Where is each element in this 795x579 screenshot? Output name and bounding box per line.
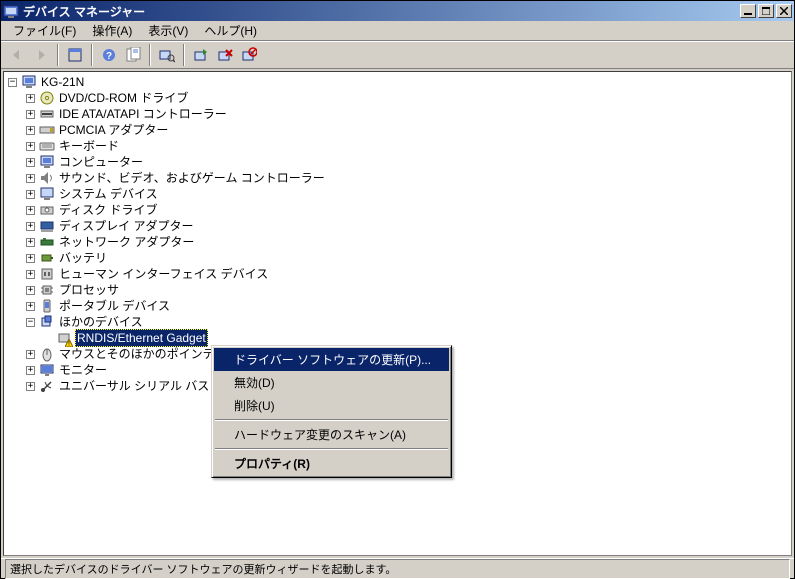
other-devices-icon [39, 314, 55, 330]
tree-node[interactable]: ディスプレイ アダプター [57, 218, 196, 234]
toolbar: ? [1, 41, 794, 69]
maximize-button[interactable] [758, 4, 774, 18]
menu-help[interactable]: ヘルプ(H) [196, 20, 265, 41]
computer-icon [21, 74, 37, 90]
uninstall-button[interactable] [214, 44, 236, 66]
tree-node-other[interactable]: ほかのデバイス [57, 314, 145, 330]
svg-text:?: ? [106, 51, 112, 62]
scan-hardware-button[interactable] [156, 44, 178, 66]
cm-properties[interactable]: プロパティ(R) [214, 452, 449, 475]
expand-icon[interactable]: + [26, 126, 35, 135]
app-icon [3, 3, 19, 19]
close-button[interactable] [776, 4, 792, 18]
show-hide-console-button[interactable] [64, 44, 86, 66]
tree-node[interactable]: ネットワーク アダプター [57, 234, 196, 250]
expand-icon[interactable]: + [26, 94, 35, 103]
tree-node[interactable]: バッテリ [57, 250, 109, 266]
expand-icon[interactable]: + [26, 190, 35, 199]
menu-action[interactable]: 操作(A) [84, 20, 140, 41]
root-node[interactable]: KG-21N [39, 74, 86, 90]
tree-node[interactable]: ヒューマン インターフェイス デバイス [57, 266, 270, 282]
tree-node[interactable]: コンピューター [57, 154, 145, 170]
toolbar-separator [183, 44, 185, 66]
tree-node[interactable]: IDE ATA/ATAPI コントローラー [57, 106, 229, 122]
minimize-button[interactable] [740, 4, 756, 18]
expand-icon[interactable]: + [26, 350, 35, 359]
cpu-icon [39, 282, 55, 298]
menu-file[interactable]: ファイル(F) [5, 20, 84, 41]
expand-icon[interactable]: + [26, 286, 35, 295]
cm-disable[interactable]: 無効(D) [214, 371, 449, 394]
tree-node[interactable]: サウンド、ビデオ、およびゲーム コントローラー [57, 170, 327, 186]
status-text: 選択したデバイスのドライバー ソフトウェアの更新ウィザードを起動します。 [5, 559, 790, 579]
toolbar-separator [91, 44, 93, 66]
window-title: デバイス マネージャー [23, 3, 738, 20]
ide-icon [39, 106, 55, 122]
cm-scan-hardware[interactable]: ハードウェア変更のスキャン(A) [214, 423, 449, 446]
computer-cat-icon [39, 154, 55, 170]
expand-icon[interactable]: + [26, 254, 35, 263]
tree-node-rndis[interactable]: RNDIS/Ethernet Gadget [75, 329, 208, 347]
expand-icon[interactable]: + [26, 174, 35, 183]
update-driver-button[interactable] [190, 44, 212, 66]
tree-node[interactable]: DVD/CD-ROM ドライブ [57, 90, 190, 106]
expand-icon[interactable]: + [26, 238, 35, 247]
tree-node[interactable]: キーボード [57, 138, 121, 154]
collapse-icon[interactable]: − [8, 78, 17, 87]
expand-icon[interactable]: + [26, 270, 35, 279]
expand-icon[interactable]: + [26, 382, 35, 391]
cm-update-driver[interactable]: ドライバー ソフトウェアの更新(P)... [214, 348, 449, 371]
forward-button[interactable] [30, 44, 52, 66]
device-manager-window: デバイス マネージャー ファイル(F) 操作(A) 表示(V) ヘルプ(H) ? [0, 0, 795, 579]
display-icon [39, 218, 55, 234]
title-bar: デバイス マネージャー [1, 1, 794, 21]
sound-icon [39, 170, 55, 186]
help-button[interactable]: ? [98, 44, 120, 66]
dvd-icon [39, 90, 55, 106]
mouse-icon [39, 346, 55, 362]
cm-uninstall[interactable]: 削除(U) [214, 394, 449, 417]
tree-node[interactable]: モニター [57, 362, 109, 378]
back-button[interactable] [6, 44, 28, 66]
disk-icon [39, 202, 55, 218]
expand-icon[interactable]: + [26, 206, 35, 215]
menu-bar: ファイル(F) 操作(A) 表示(V) ヘルプ(H) [1, 21, 794, 41]
pcmcia-icon [39, 122, 55, 138]
usb-icon [39, 378, 55, 394]
tree-node[interactable]: システム デバイス [57, 186, 160, 202]
expand-icon[interactable]: + [26, 302, 35, 311]
expand-icon[interactable]: + [26, 222, 35, 231]
device-tree[interactable]: − KG-21N + DVD/CD-ROM ドライブ + IDE ATA/ATAPI… [3, 71, 792, 556]
properties-button[interactable] [122, 44, 144, 66]
status-bar: 選択したデバイスのドライバー ソフトウェアの更新ウィザードを起動します。 [1, 558, 794, 578]
toolbar-separator [149, 44, 151, 66]
tree-node[interactable]: ポータブル デバイス [57, 298, 172, 314]
expand-icon[interactable]: + [26, 158, 35, 167]
system-icon [39, 186, 55, 202]
hid-icon [39, 266, 55, 282]
collapse-icon[interactable]: − [26, 318, 35, 327]
battery-icon [39, 250, 55, 266]
cm-separator [215, 448, 448, 450]
menu-view[interactable]: 表示(V) [140, 20, 196, 41]
monitor-icon [39, 362, 55, 378]
tree-node[interactable]: プロセッサ [57, 282, 121, 298]
toolbar-separator [57, 44, 59, 66]
tree-node[interactable]: ディスク ドライブ [57, 202, 160, 218]
cm-separator [215, 419, 448, 421]
portable-icon [39, 298, 55, 314]
network-icon [39, 234, 55, 250]
keyboard-icon [39, 138, 55, 154]
tree-node[interactable]: PCMCIA アダプター [57, 122, 170, 138]
unknown-device-icon: ! [57, 330, 73, 346]
disable-button[interactable] [238, 44, 260, 66]
expand-icon[interactable]: + [26, 366, 35, 375]
expand-icon[interactable]: + [26, 142, 35, 151]
context-menu: ドライバー ソフトウェアの更新(P)... 無効(D) 削除(U) ハードウェア… [211, 345, 452, 478]
expand-icon[interactable]: + [26, 110, 35, 119]
